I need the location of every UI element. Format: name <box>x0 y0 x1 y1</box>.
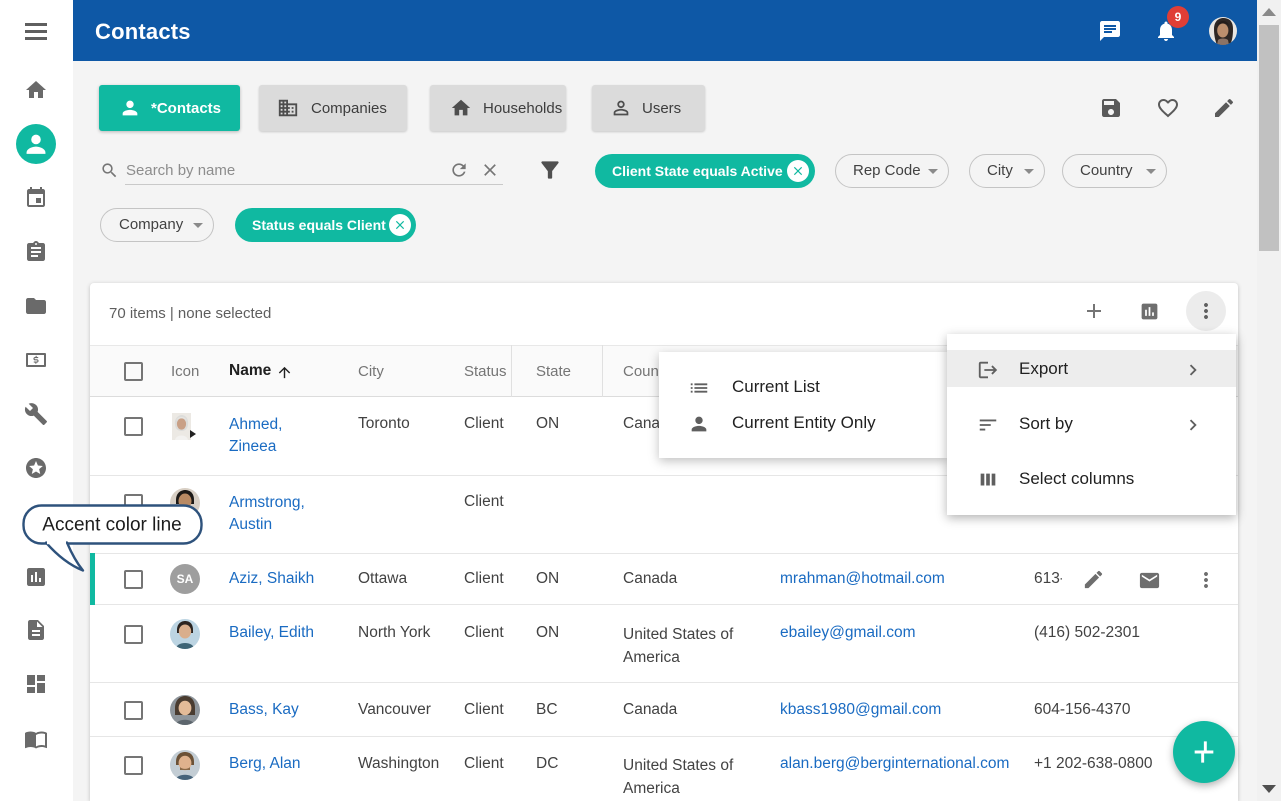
svg-text:Accent color line: Accent color line <box>42 515 181 536</box>
